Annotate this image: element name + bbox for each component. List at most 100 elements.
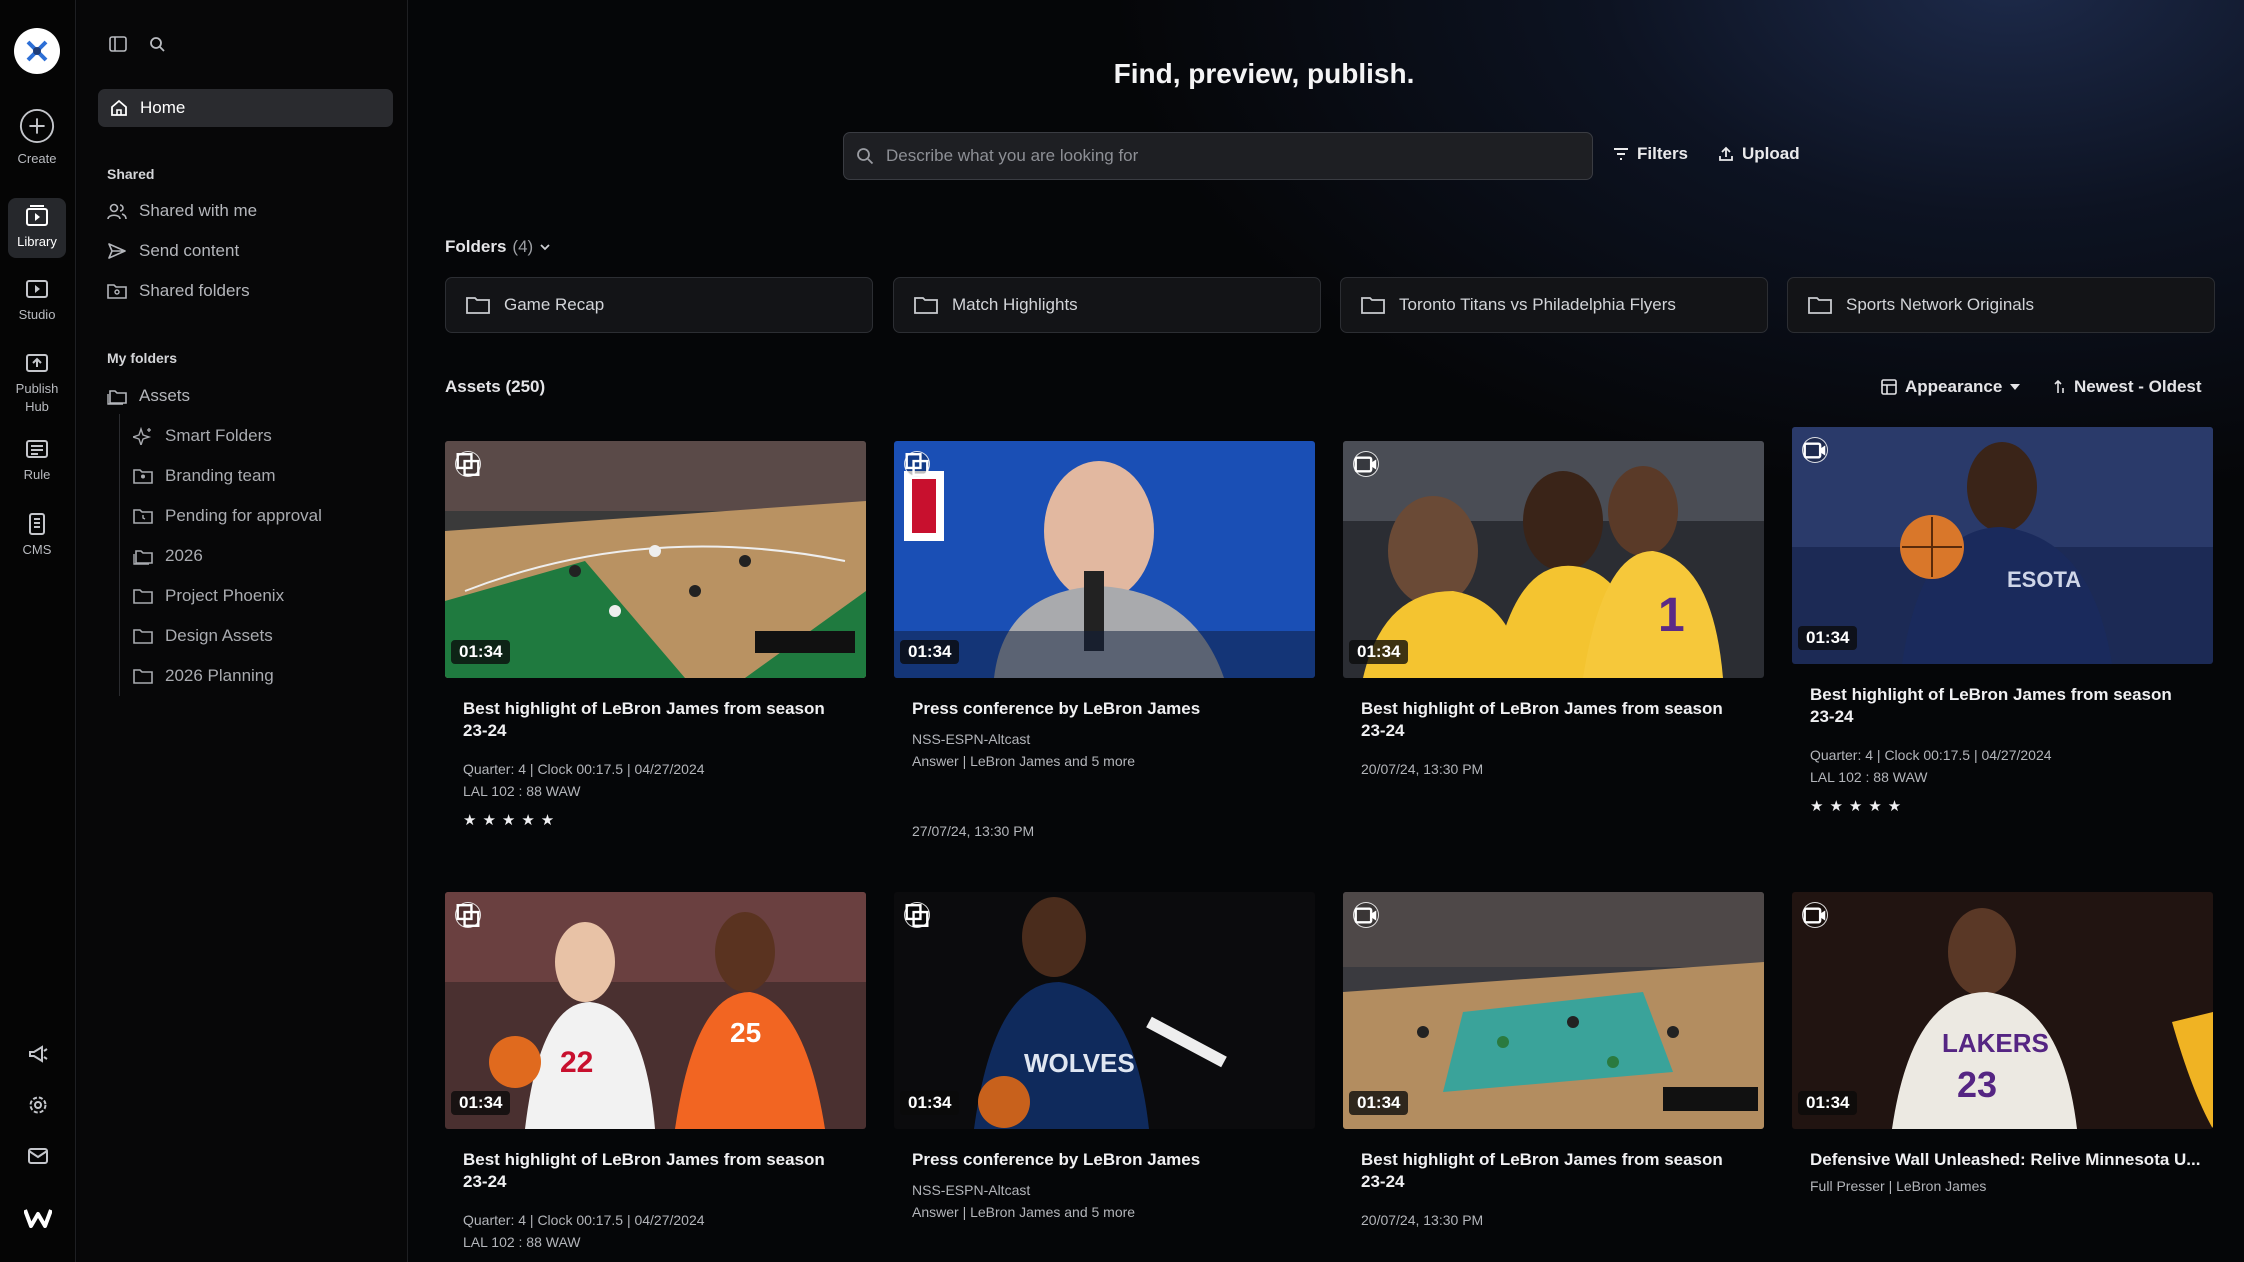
sort-dropdown[interactable]: Newest - Oldest [2054,377,2202,397]
asset-card[interactable]: 01:34 Best highlight of LeBron James fro… [1343,892,1764,1262]
asset-meta-line2: Answer | LeBron James and 5 more [912,1204,1136,1220]
rule-icon [26,440,48,458]
duration-badge: 01:34 [900,640,960,664]
asset-meta-line1: Quarter: 4 | Clock 00:17.5 | 04/27/2024 [1810,747,2052,763]
filter-icon [1614,148,1628,160]
appearance-dropdown[interactable]: Appearance [1881,377,2021,397]
asset-thumbnail[interactable]: 22 25 01:34 [445,892,866,1129]
asset-meta-line1: NSS-ESPN-Altcast [912,1182,1031,1198]
asset-title[interactable]: Best highlight of LeBron James from seas… [1810,684,2200,728]
search-icon[interactable] [149,36,165,52]
video-icon [1802,437,1828,463]
asset-thumbnail[interactable]: WOLVES 01:34 [894,892,1315,1129]
sparkle-icon [133,427,152,445]
asset-thumbnail[interactable]: ESOTA 01:34 [1792,427,2213,664]
rail-item-cms[interactable]: CMS [8,506,66,566]
settings-gear-icon[interactable] [24,1091,52,1119]
home-icon [111,99,127,116]
asset-title[interactable]: Press conference by LeBron James [912,1149,1302,1171]
asset-title[interactable]: Best highlight of LeBron James from seas… [1361,698,1751,742]
folder-card-toronto-titans[interactable]: Toronto Titans vs Philadelphia Flyers [1340,277,1768,333]
mail-icon[interactable] [24,1142,52,1170]
svg-text:ESOTA: ESOTA [2007,567,2081,592]
sidebar-item-shared-with-me[interactable]: Shared with me [107,197,257,225]
clip-icon [904,451,930,477]
sidebar-item-assets[interactable]: Assets [107,382,190,410]
rail-label-studio: Studio [18,307,56,322]
sidebar-item-project-phoenix[interactable]: Project Phoenix [133,582,284,610]
folder-icon [1361,297,1385,314]
sidebar-item-2026[interactable]: 2026 [133,542,203,570]
page-title: Find, preview, publish. [1113,58,1415,89]
sidebar-item-send-content[interactable]: Send content [107,237,239,265]
duration-badge: 01:34 [451,1091,511,1115]
folders-icon [133,550,153,565]
sidebar-item-smart-folders[interactable]: Smart Folders [133,422,272,450]
asset-title[interactable]: Defensive Wall Unleashed: Relive Minneso… [1810,1149,2200,1171]
rail-item-publish-hub[interactable]: Publish Hub [8,350,66,420]
folder-icon [1808,297,1832,314]
asset-card[interactable]: LAKERS 23 01:34 Defensive Wall Unleashed… [1792,892,2213,1262]
sidebar-item-2026-planning[interactable]: 2026 Planning [133,662,274,690]
asset-thumbnail[interactable]: LAKERS 23 01:34 [1792,892,2213,1129]
folder-icon [133,589,153,604]
folders-toggle[interactable]: Folders (4) [445,237,551,257]
svg-text:25: 25 [730,1017,761,1048]
duration-badge: 01:34 [1349,1091,1409,1115]
folder-icon [133,629,153,644]
folder-card-sports-network-originals[interactable]: Sports Network Originals [1787,277,2215,333]
filters-button[interactable]: Filters [1613,144,1688,164]
folder-name: Toronto Titans vs Philadelphia Flyers [1399,295,1676,314]
chevron-down-icon [540,244,550,251]
svg-text:22: 22 [560,1046,593,1079]
sidebar-item-shared-folders[interactable]: Shared folders [107,277,250,305]
sidebar-item-home[interactable]: Home [98,89,393,127]
assets-label: Assets [139,386,191,405]
folder-card-game-recap[interactable]: Game Recap [445,277,873,333]
asset-title[interactable]: Best highlight of LeBron James from seas… [1361,1149,1751,1193]
sidebar-item-design-assets[interactable]: Design Assets [133,622,273,650]
asset-thumbnail[interactable]: 1 01:34 [1343,441,1764,678]
shared-folder-icon [107,284,127,299]
asset-card[interactable]: 01:34 Best highlight of LeBron James fro… [445,441,866,861]
search-input[interactable] [886,146,1566,166]
asset-thumbnail[interactable]: 01:34 [445,441,866,678]
search-bar[interactable] [843,132,1593,180]
toggle-sidebar-icon[interactable] [109,36,127,52]
asset-card[interactable]: 22 25 01:34 Best highlight of LeBron Jam… [445,892,866,1262]
rail-item-rule[interactable]: Rule [8,432,66,492]
upload-button[interactable]: Upload [1718,144,1800,164]
asset-meta-line2: LAL 102 : 88 WAW [463,783,581,799]
asset-title[interactable]: Best highlight of LeBron James from seas… [463,698,853,742]
star-rating: ★★★★★ [1810,798,1908,815]
sidebar-item-branding-team[interactable]: Branding team [133,462,276,490]
asset-title[interactable]: Press conference by LeBron James [912,698,1302,720]
pending-for-approval-label: Pending for approval [165,506,322,525]
announcements-icon[interactable] [24,1040,52,1068]
asset-card[interactable]: 01:34 Press conference by LeBron James N… [894,441,1315,861]
asset-card[interactable]: 1 01:34 Best highlight of LeBron James f… [1343,441,1764,861]
sort-icon [2054,379,2064,393]
create-button[interactable]: Create [8,108,66,168]
folder-icon [466,297,490,314]
pending-folder-icon [133,509,153,524]
sidebar-item-pending-for-approval[interactable]: Pending for approval [133,502,322,530]
folder-card-match-highlights[interactable]: Match Highlights [893,277,1321,333]
duration-badge: 01:34 [1349,640,1409,664]
brand-w-logo-icon [24,1204,52,1232]
asset-thumbnail[interactable]: 01:34 [1343,892,1764,1129]
rail-item-library[interactable]: Library [8,198,66,258]
folder-name: Game Recap [504,295,605,314]
asset-card[interactable]: ESOTA 01:34 Best highlight of LeBron Jam… [1792,427,2213,847]
asset-meta-line1: Full Presser | LeBron James [1810,1178,1987,1194]
rail-label-rule: Rule [23,467,51,482]
workspace-logo[interactable] [14,28,60,74]
2026-planning-label: 2026 Planning [165,666,274,685]
main-content: Find, preview, publish. Filters Upload F… [409,0,2244,1262]
folders-icon [107,390,127,405]
duration-badge: 01:34 [1798,1091,1858,1115]
asset-thumbnail[interactable]: 01:34 [894,441,1315,678]
rail-item-studio[interactable]: Studio [8,272,66,332]
asset-title[interactable]: Best highlight of LeBron James from seas… [463,1149,853,1193]
asset-card[interactable]: WOLVES 01:34 Press conference by LeBron … [894,892,1315,1262]
